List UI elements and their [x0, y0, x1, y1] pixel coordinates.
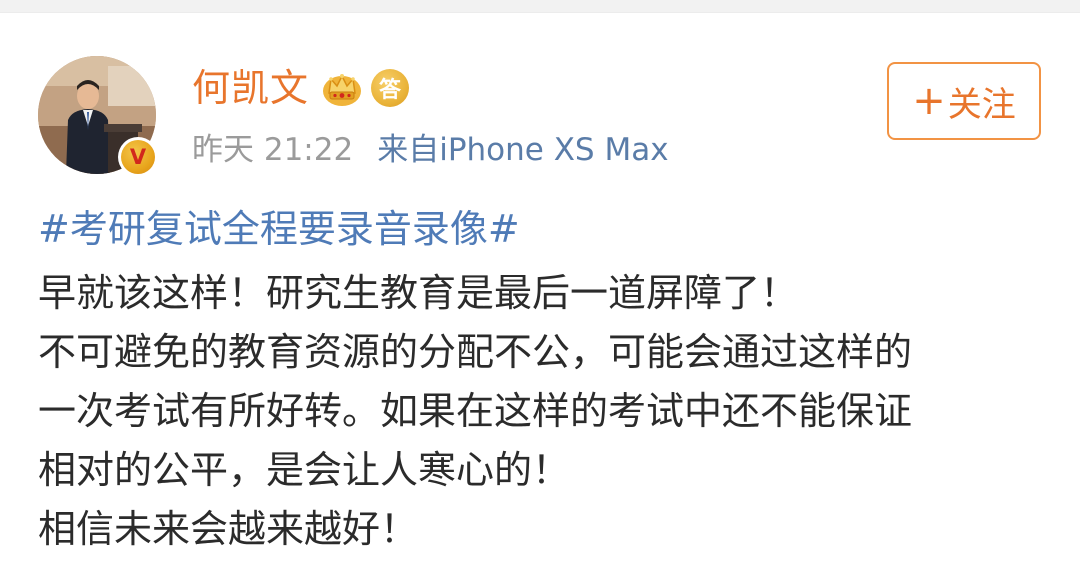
follow-button[interactable]: + 关注 — [887, 62, 1041, 140]
weibo-post-card: V 何凯文 答 昨天 21:22 来自iPhone XS Max + 关注 #考… — [0, 0, 1080, 588]
post-meta: 昨天 21:22 来自iPhone XS Max — [192, 124, 669, 168]
post-line: 早就该这样！研究生教育是最后一道屏障了！ — [38, 271, 799, 315]
post-time: 昨天 21:22 — [192, 131, 354, 168]
plus-icon: + — [912, 78, 946, 124]
post-line: 相对的公平，是会让人寒心的！ — [38, 448, 571, 492]
verified-badge: V — [118, 137, 158, 177]
post-line: 一次考试有所好转。如果在这样的考试中还不能保证 — [38, 389, 913, 433]
hashtag-link[interactable]: #考研复试全程要录音录像# — [38, 203, 520, 255]
verified-v-icon: V — [121, 140, 155, 174]
post-line: 不可避免的教育资源的分配不公，可能会通过这样的 — [38, 330, 913, 374]
post-body: 早就该这样！研究生教育是最后一道屏障了！ 不可避免的教育资源的分配不公，可能会通… — [38, 264, 1048, 559]
answer-badge-label: 答 — [379, 78, 402, 103]
top-divider — [0, 0, 1080, 13]
verified-mark: V — [129, 145, 147, 169]
post-source: 来自iPhone XS Max — [377, 131, 669, 168]
post-line: 相信未来会越来越好！ — [38, 507, 419, 551]
follow-button-label: 关注 — [947, 84, 1016, 125]
username[interactable]: 何凯文 — [192, 69, 309, 107]
crown-icon[interactable] — [321, 67, 363, 109]
username-row: 何凯文 答 — [192, 62, 410, 114]
answer-badge-icon[interactable]: 答 — [371, 69, 410, 107]
